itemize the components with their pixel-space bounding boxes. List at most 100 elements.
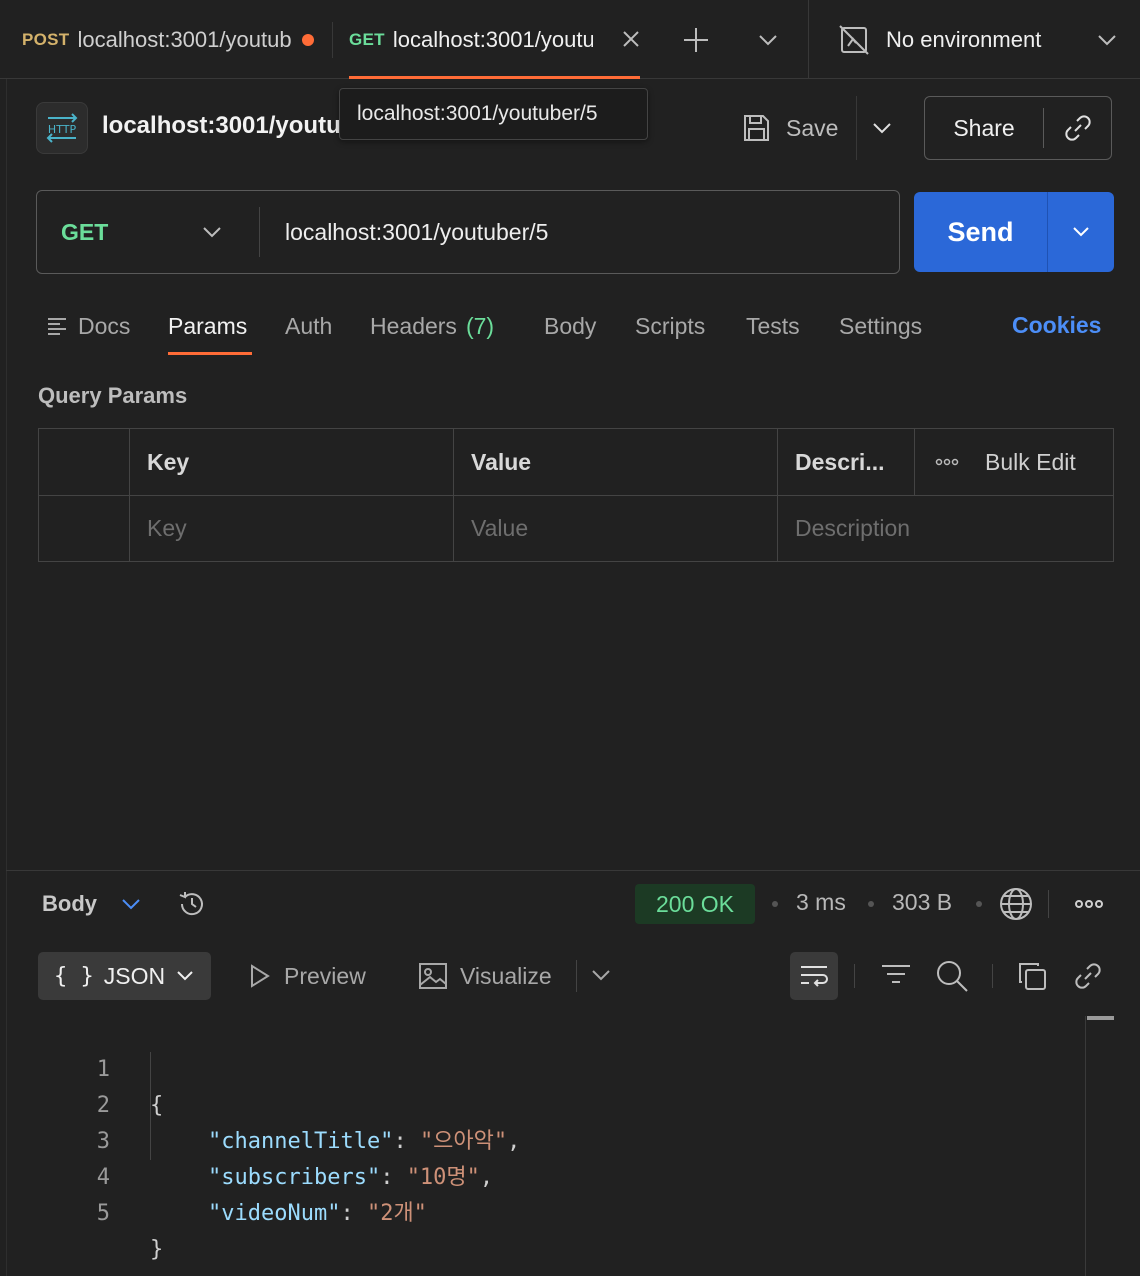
meta-dot [868,901,874,907]
code-line: 1 { [0,1016,1085,1118]
unsaved-dot-icon [301,33,314,46]
tab-url: localhost:3001/youtuber/5 [392,26,593,52]
environment-chevron-down-icon [1096,30,1118,50]
meta-dot [772,901,778,907]
environment-selector[interactable]: No environment [838,22,1128,58]
code-text: } [150,1237,164,1262]
tab-post-request[interactable]: POST localhost:3001/youtuber/5 [22,0,322,79]
meta-dot [976,901,982,907]
format-label: JSON [103,962,166,989]
query-params-table: Key Value Descri... Bulk Edit Key Value … [38,428,1114,562]
image-icon [418,961,448,991]
environment-label: No environment [886,27,1042,52]
save-options-chevron-down-icon[interactable] [870,118,894,138]
network-globe-icon[interactable] [998,886,1034,922]
new-tab-plus-icon[interactable] [682,26,710,54]
meta-separator [1048,890,1049,918]
preview-label: Preview [284,962,366,989]
code-line: 2 "channelTitle": "으아악", [0,1052,1085,1154]
tab-method: GET [349,29,385,49]
value-input[interactable]: Value [454,496,778,561]
url-input[interactable]: localhost:3001/youtuber/5 [285,191,548,273]
send-options-chevron-down-icon[interactable] [1048,192,1114,272]
description-column-header: Descri... [778,429,915,495]
url-bar: GET localhost:3001/youtuber/5 [36,190,900,274]
key-input[interactable]: Key [130,496,454,561]
tab-separator [332,22,333,58]
save-button[interactable]: Save [740,100,838,156]
wrap-lines-icon [799,963,829,989]
key-column-header: Key [130,429,454,495]
tabs-chevron-down-icon[interactable] [756,30,780,50]
search-icon[interactable] [934,958,970,994]
cookies-link[interactable]: Cookies [1012,312,1101,339]
tab-docs[interactable]: Docs [46,306,130,346]
wrap-lines-button[interactable] [790,952,838,1000]
tab-url: localhost:3001/youtuber/5 [77,26,292,52]
tab-body[interactable]: Body [544,306,596,346]
params-tab-indicator [168,352,252,355]
scrollbar-thumb[interactable] [1087,1016,1114,1020]
code-line: 3 "subscribers": "10명", [0,1088,1085,1190]
history-icon[interactable] [176,888,208,920]
tab-headers[interactable]: Headers (7) [370,306,494,346]
docs-label: Docs [78,312,131,339]
active-tab-indicator [349,76,640,79]
visualize-button[interactable]: Visualize [418,958,552,994]
scrollbar-track[interactable] [1085,1016,1086,1276]
tab-settings[interactable]: Settings [839,306,922,346]
url-bar-separator [259,207,260,257]
json-key: "videoNum" [208,1201,341,1226]
bulk-edit-area: Bulk Edit [915,429,1113,495]
response-more-options-icon[interactable] [1074,898,1104,910]
method-chevron-down-icon [201,222,223,242]
send-button[interactable]: Send [914,192,1114,272]
send-label: Send [914,192,1048,272]
visualize-chevron-down-icon[interactable] [590,966,612,984]
json-braces-icon: { } [54,963,94,989]
no-environment-icon [838,24,870,56]
share-button[interactable]: Share [924,96,1112,160]
method-selector[interactable]: GET [61,191,223,273]
tab-scripts[interactable]: Scripts [635,306,705,346]
link-icon[interactable] [1072,960,1104,992]
tab-get-request[interactable]: GET localhost:3001/youtuber/5 [349,0,649,79]
play-icon [246,963,272,989]
format-selector[interactable]: { } JSON [38,952,211,1000]
json-value: "2개" [366,1201,427,1226]
close-tab-icon[interactable] [620,28,642,50]
code-line: 5 } [0,1160,1085,1262]
visualize-separator [576,960,577,992]
response-time[interactable]: 3 ms [796,889,846,916]
preview-button[interactable]: Preview [246,958,366,994]
copy-icon[interactable] [1016,960,1048,992]
tab-method: POST [22,29,70,49]
visualize-label: Visualize [460,962,552,989]
format-chevron-down-icon [175,967,195,985]
code-line: 4 "videoNum": "2개" [0,1124,1085,1226]
response-size[interactable]: 303 B [892,889,952,916]
headers-label: Headers [370,312,457,339]
query-params-title: Query Params [38,383,188,408]
save-icon [740,112,772,144]
row-checkbox-cell [39,496,130,561]
filter-icon[interactable] [880,962,912,990]
http-request-icon: HTTP [36,102,88,154]
toolbar-separator [854,964,855,988]
response-divider [6,870,1140,871]
response-chevron-down-icon[interactable] [120,895,142,913]
line-number: 5 [96,1201,110,1226]
description-input[interactable]: Description [778,496,1113,561]
save-label: Save [786,114,839,141]
method-label: GET [61,218,109,245]
tab-auth[interactable]: Auth [285,306,332,346]
bulk-edit-button[interactable]: Bulk Edit [985,449,1076,476]
copy-link-icon[interactable] [1044,112,1111,144]
status-badge[interactable]: 200 OK [635,884,755,924]
tab-params[interactable]: Params [168,306,247,346]
value-column-header: Value [454,429,778,495]
svg-text:HTTP: HTTP [48,123,77,136]
tab-tests[interactable]: Tests [746,306,800,346]
response-body-label: Body [42,891,97,916]
more-options-icon[interactable] [935,457,959,467]
